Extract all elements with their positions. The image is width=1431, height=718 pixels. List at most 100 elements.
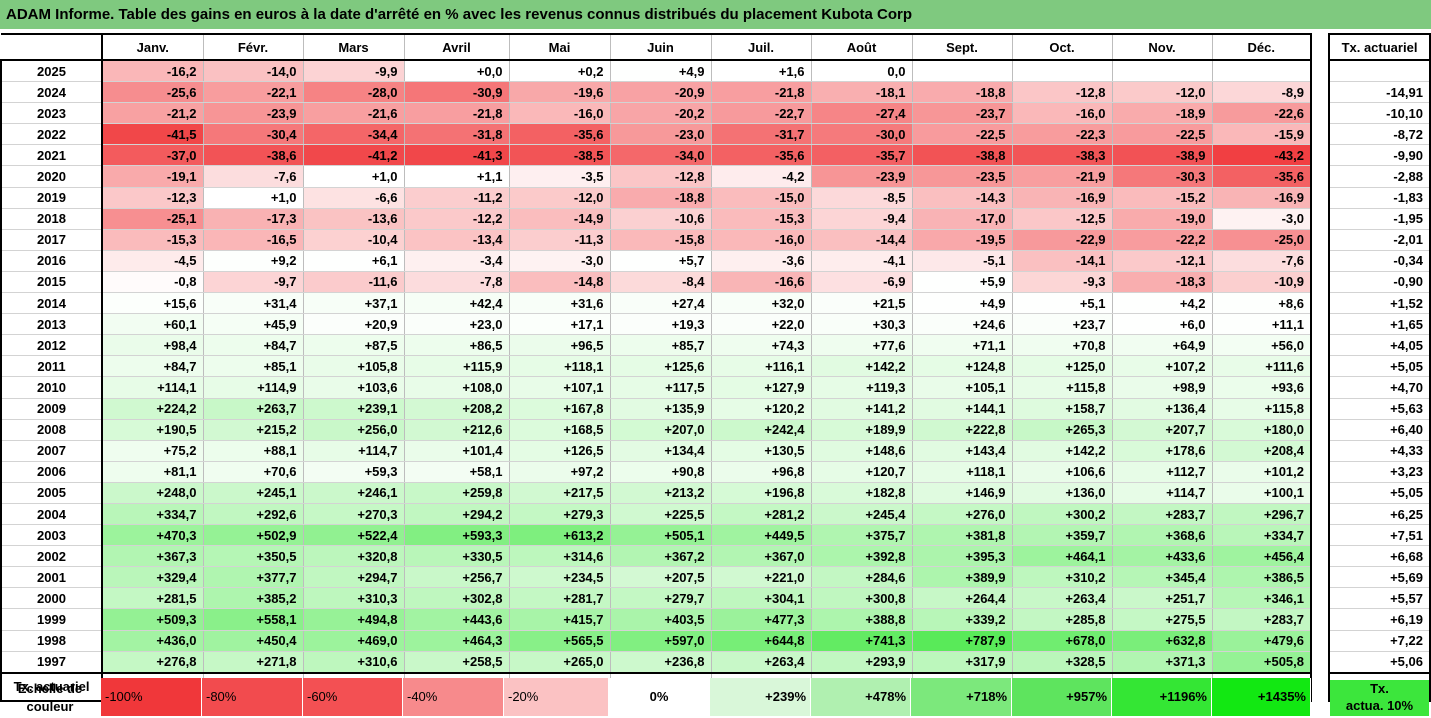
gain-cell: +115,8	[1212, 398, 1312, 420]
gain-cell: +30,3	[811, 313, 913, 336]
gain-cell: +142,2	[1012, 440, 1113, 462]
gain-cell: +115,8	[1012, 376, 1113, 399]
gain-cell: +375,7	[811, 524, 913, 547]
gain-cell: -17,0	[912, 208, 1013, 230]
gain-cell: +135,9	[610, 398, 712, 420]
gain-cell: +207,7	[1112, 419, 1213, 441]
gain-cell: +242,4	[711, 419, 812, 441]
gain-cell: +275,5	[1112, 608, 1213, 631]
gain-cell: +386,5	[1212, 566, 1312, 589]
table-row: 2023 -21,2 -23,9 -21,6 -21,8 -16,0 -20,2 -22,7-…	[0, 102, 1312, 125]
gain-cell: +114,7	[303, 440, 405, 462]
gain-cell: +479,6	[1212, 630, 1312, 652]
gain-cell: +84,7	[102, 355, 204, 378]
gain-cell: -23,5	[912, 165, 1013, 188]
gain-cell: +329,4	[102, 566, 204, 589]
gain-cell: -21,8	[711, 81, 812, 104]
gain-cell: +17,1	[509, 313, 611, 336]
gain-cell: +207,5	[610, 566, 712, 589]
year-cell: 1997	[0, 651, 103, 674]
tx-cell: +5,69	[1328, 566, 1431, 589]
gain-cell: -0,8	[102, 271, 204, 294]
gain-cell	[1112, 60, 1213, 83]
gain-cell: +558,1	[203, 608, 304, 631]
gain-cell: +224,2	[102, 398, 204, 420]
gain-cell: -12,8	[1012, 81, 1113, 104]
gain-cell: +126,5	[509, 440, 611, 462]
gain-cell: +148,6	[811, 440, 913, 462]
gain-cell: -9,4	[811, 208, 913, 230]
gain-cell: +443,6	[404, 608, 510, 631]
gain-cell: +118,1	[912, 461, 1013, 483]
year-cell: 2017	[0, 229, 103, 251]
gain-cell: +263,7	[203, 398, 304, 420]
gain-cell: +144,1	[912, 398, 1013, 420]
side-row: +7,51	[1328, 524, 1431, 547]
year-cell: 2002	[0, 545, 103, 568]
gain-cell: -30,3	[1112, 165, 1213, 188]
tx-cell: +5,63	[1328, 398, 1431, 420]
table-row: 2018 -25,1 -17,3 -13,6 -12,2 -14,9 -10,6 -15,3-…	[0, 208, 1312, 230]
gain-cell: +339,2	[912, 608, 1013, 631]
gain-cell: -4,5	[102, 250, 204, 272]
tx-cell: -14,91	[1328, 81, 1431, 104]
gain-cell: +256,7	[404, 566, 510, 589]
gain-cell: -43,2	[1212, 144, 1312, 167]
gain-cell: +256,0	[303, 419, 405, 441]
table-row: 2021 -37,0 -38,6 -41,2 -41,3 -38,5 -34,0 -35,6-…	[0, 144, 1312, 167]
gain-cell: -12,1	[1112, 250, 1213, 272]
legend-swatch: +478%	[811, 678, 911, 716]
gain-cell: +85,7	[610, 334, 712, 357]
gain-cell: +21,5	[811, 292, 913, 315]
gain-cell: -35,6	[509, 123, 611, 146]
tx-cell: +6,25	[1328, 503, 1431, 526]
gain-cell: +114,7	[1112, 482, 1213, 504]
gain-cell: -25,1	[102, 208, 204, 230]
gain-cell: +276,0	[912, 503, 1013, 526]
gain-cell: -6,6	[303, 187, 405, 209]
month-header: Juil.	[711, 33, 812, 61]
tx-cell: -0,90	[1328, 271, 1431, 294]
legend-tx-line1: Tx.	[1370, 681, 1389, 696]
gain-cell: +0,0	[404, 60, 510, 83]
gain-cell: +509,3	[102, 608, 204, 631]
legend-swatch: +957%	[1012, 678, 1112, 716]
gain-cell: -30,0	[811, 123, 913, 146]
gain-cell: +5,9	[912, 271, 1013, 294]
table-row: 2002 +367,3 +350,5 +320,8 +330,5 +314,6 +367,2…	[0, 545, 1312, 568]
gain-cell: +283,7	[1112, 503, 1213, 526]
gain-cell: -12,5	[1012, 208, 1113, 230]
gain-cell: +294,2	[404, 503, 510, 526]
gain-cell: +120,2	[711, 398, 812, 420]
gain-cell: +632,8	[1112, 630, 1213, 652]
tx-cell	[1328, 60, 1431, 83]
legend-swatch: +718%	[911, 678, 1012, 716]
gain-cell: +105,1	[912, 376, 1013, 399]
gain-cell: +114,9	[203, 376, 304, 399]
side-row: -14,91	[1328, 81, 1431, 104]
gain-cell: +613,2	[509, 524, 611, 547]
side-row: +6,40	[1328, 419, 1431, 441]
gain-cell: +522,4	[303, 524, 405, 547]
gain-cell: +464,3	[404, 630, 510, 652]
table-row: 2006 +81,1 +70,6 +59,3 +58,1 +97,2 +90,8 +96,8 +…	[0, 461, 1312, 483]
tx-cell: +4,05	[1328, 334, 1431, 357]
gain-cell: +9,2	[203, 250, 304, 272]
legend-tx-line2: actua. 10%	[1345, 698, 1414, 713]
gain-cell: +119,3	[811, 376, 913, 399]
gain-cell: +74,3	[711, 334, 812, 357]
gain-cell: +77,6	[811, 334, 913, 357]
gain-cell: -3,0	[509, 250, 611, 272]
gain-cell: +22,0	[711, 313, 812, 336]
legend-swatch: +239%	[710, 678, 811, 716]
gain-cell: -14,8	[509, 271, 611, 294]
gain-cell: -35,6	[1212, 165, 1312, 188]
side-row: +5,05	[1328, 482, 1431, 504]
legend-swatch: -60%	[303, 678, 403, 716]
month-header: Déc.	[1212, 33, 1312, 61]
month-header: Juin	[610, 33, 712, 61]
gain-cell: -22,9	[1012, 229, 1113, 251]
year-cell: 1999	[0, 608, 103, 631]
table-row: 2020 -19,1 -7,6 +1,0 +1,1 -3,5 -12,8 -4,2 -23,9-…	[0, 165, 1312, 188]
gain-cell: +4,9	[912, 292, 1013, 315]
